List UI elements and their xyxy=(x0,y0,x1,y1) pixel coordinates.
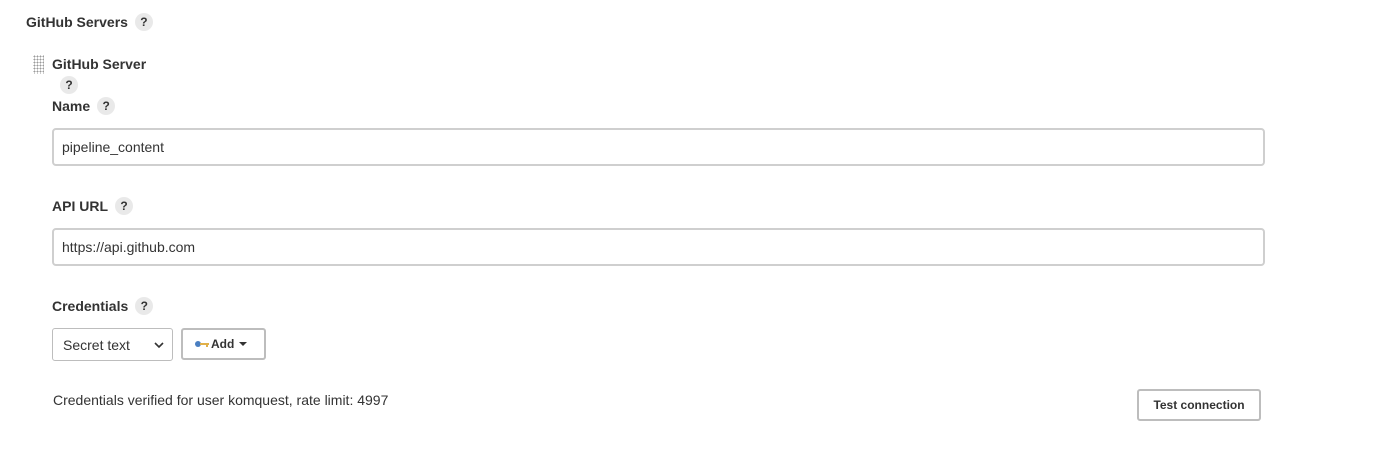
drag-handle-icon[interactable] xyxy=(33,55,44,74)
add-button-label: Add xyxy=(211,337,235,351)
caret-down-icon xyxy=(239,342,248,346)
server-header: GitHub Server xyxy=(52,55,146,73)
name-label-row: Name ? xyxy=(52,97,116,115)
add-credentials-button[interactable]: Add xyxy=(181,328,266,360)
key-icon xyxy=(195,341,209,347)
credentials-label-row: Credentials ? xyxy=(52,297,154,315)
server-title: GitHub Server xyxy=(52,56,147,72)
section-title: GitHub Servers xyxy=(26,14,128,30)
credentials-select[interactable]: Secret text xyxy=(52,328,173,361)
question-mark-icon[interactable]: ? xyxy=(60,76,78,94)
question-mark-icon[interactable]: ? xyxy=(115,197,133,215)
api-url-label-row: API URL ? xyxy=(52,197,133,215)
name-input[interactable] xyxy=(52,128,1265,166)
chevron-down-icon xyxy=(154,342,164,349)
test-connection-button[interactable]: Test connection xyxy=(1137,389,1261,421)
section-header: GitHub Servers ? xyxy=(26,13,153,31)
question-mark-icon[interactable]: ? xyxy=(134,13,153,31)
name-label: Name xyxy=(52,98,91,114)
credentials-label: Credentials xyxy=(52,298,129,314)
api-url-label: API URL xyxy=(52,198,108,214)
api-url-input[interactable] xyxy=(52,228,1265,266)
question-mark-icon[interactable]: ? xyxy=(97,97,116,115)
credentials-selected-value: Secret text xyxy=(63,336,130,353)
credentials-status: Credentials verified for user komquest, … xyxy=(53,392,389,408)
github-servers-config: GitHub Servers ? GitHub Server ? Name ? … xyxy=(0,0,1393,453)
question-mark-icon[interactable]: ? xyxy=(135,297,154,315)
